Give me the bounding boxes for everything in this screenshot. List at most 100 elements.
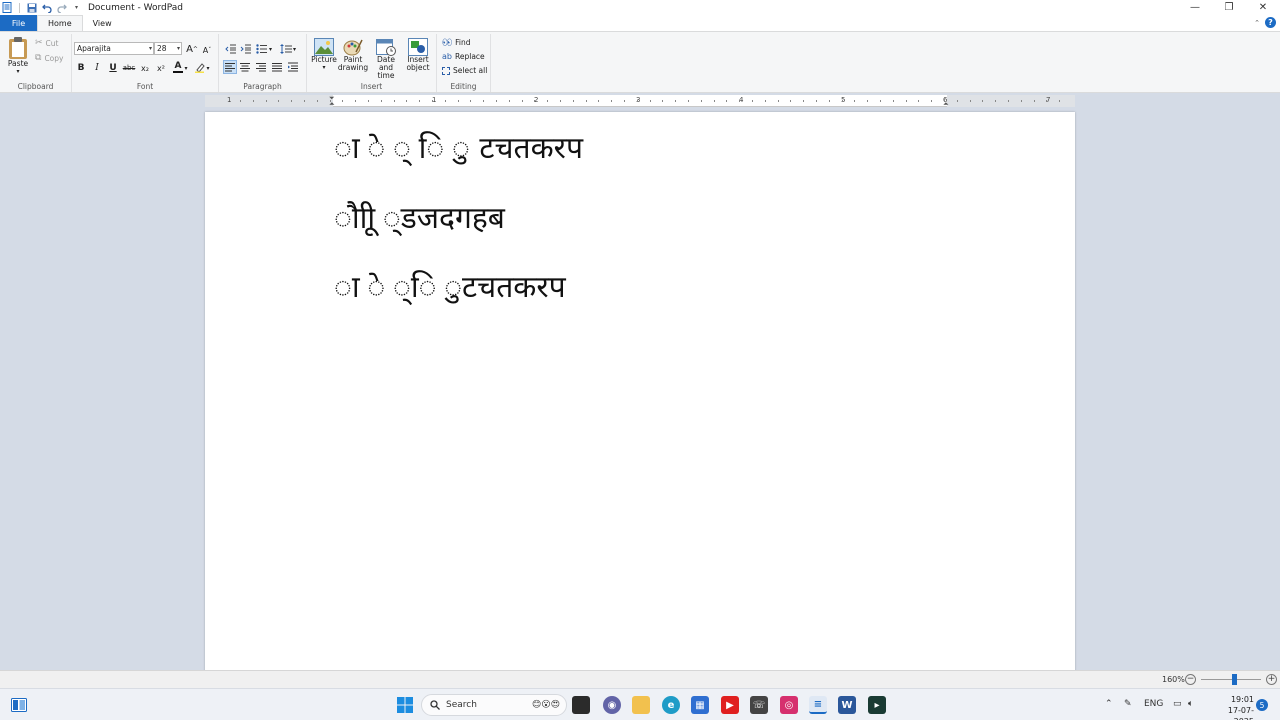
- document-line[interactable]: ा े ्ि ुटचतकरप: [334, 265, 566, 306]
- date-time-label-1: Date and: [377, 55, 395, 72]
- ruler-tick: [726, 100, 727, 102]
- font-size-select[interactable]: 28 ▾: [154, 42, 182, 55]
- tab-file[interactable]: File: [0, 15, 37, 31]
- bold-icon: B: [77, 63, 85, 73]
- ruler-tick: [854, 100, 855, 102]
- zoom-slider-thumb[interactable]: [1232, 674, 1237, 685]
- instagram-icon[interactable]: ◎: [780, 696, 798, 714]
- copy-button[interactable]: ⧉ Copy: [35, 53, 63, 63]
- grow-font-button[interactable]: A ^: [185, 42, 199, 56]
- bullets-button[interactable]: ▾: [255, 42, 273, 56]
- qat-separator: [19, 2, 20, 13]
- picture-button[interactable]: Picture ▾: [311, 38, 337, 72]
- document-line[interactable]: ौैाीू ्डजदगहब: [334, 196, 505, 237]
- teams-chat-icon[interactable]: ◉: [603, 696, 621, 714]
- youtube-icon[interactable]: ▶: [721, 696, 739, 714]
- save-icon[interactable]: [26, 2, 37, 13]
- select-all-label: Select all: [453, 66, 488, 75]
- media-app-icon[interactable]: ▸: [868, 696, 886, 714]
- ruler-tick: [406, 100, 407, 102]
- edge-browser-icon[interactable]: e: [662, 696, 680, 714]
- document-workspace[interactable]: ा े ् ि ु टचतकरप ौैाीू ्डजदगहब ा े ्ि ुट…: [0, 108, 1280, 670]
- document-line[interactable]: ा े ् ि ु टचतकरप: [334, 126, 583, 167]
- ruler-tick: [880, 100, 881, 102]
- help-icon[interactable]: ?: [1265, 17, 1276, 28]
- redo-icon[interactable]: [56, 2, 67, 13]
- paragraph-settings-button[interactable]: [286, 60, 300, 74]
- font-name-select[interactable]: Aparajita ▾: [74, 42, 154, 55]
- superscript-button[interactable]: x²: [154, 61, 168, 75]
- network-icon[interactable]: ▭: [1173, 699, 1182, 709]
- select-all-button[interactable]: Select all: [442, 66, 487, 75]
- font-name-value: Aparajita: [77, 44, 111, 53]
- volume-icon[interactable]: 🔈︎: [1188, 699, 1193, 709]
- collapse-ribbon-chevron-up-icon[interactable]: ⌃: [1254, 19, 1260, 27]
- tray-overflow-chevron-up-icon[interactable]: ⌃: [1105, 699, 1113, 709]
- tab-home[interactable]: Home: [37, 15, 83, 31]
- widgets-icon[interactable]: [10, 696, 28, 714]
- clock-date: 17-07-2025: [1227, 706, 1254, 720]
- taskbar-search-input[interactable]: Search 😊😮😍: [421, 694, 567, 716]
- italic-button[interactable]: I: [90, 61, 104, 75]
- microsoft-store-icon[interactable]: ▦: [691, 696, 709, 714]
- justify-button[interactable]: [270, 60, 284, 74]
- file-explorer-icon[interactable]: [632, 696, 650, 714]
- increase-indent-button[interactable]: [238, 42, 252, 56]
- shrink-font-button[interactable]: Aˇ: [200, 43, 214, 57]
- ruler-tick: [483, 100, 484, 102]
- insert-object-label-2: object: [406, 63, 430, 72]
- zoom-in-button[interactable]: +: [1266, 674, 1277, 685]
- paint-drawing-button[interactable]: Paint drawing: [338, 38, 368, 72]
- ruler-tick: [458, 100, 459, 102]
- wordpad-app-icon[interactable]: [2, 2, 13, 13]
- text-color-chevron-down-icon[interactable]: ▾: [183, 61, 189, 75]
- find-button[interactable]: 👀︎ Find: [442, 38, 471, 47]
- ruler-tick: [419, 100, 420, 102]
- insert-object-button[interactable]: Insert object: [404, 38, 432, 72]
- bold-button[interactable]: B: [74, 61, 88, 75]
- align-right-button[interactable]: [254, 60, 268, 74]
- zoom-out-button[interactable]: −: [1185, 674, 1196, 685]
- ruler-tick: [509, 100, 510, 102]
- close-button[interactable]: ✕: [1246, 0, 1280, 15]
- document-page[interactable]: ा े ् ि ु टचतकरप ौैाीू ्डजदगहब ा े ्ि ुट…: [205, 112, 1075, 670]
- ruler[interactable]: 1 1 2 3 4 5 6 7 ⏷ ⏶ ⏶: [205, 94, 1075, 108]
- whatsapp-icon[interactable]: ☏: [750, 696, 768, 714]
- superscript-icon: x²: [157, 63, 165, 73]
- start-windows-icon[interactable]: [396, 696, 414, 714]
- word-icon[interactable]: W: [838, 696, 856, 714]
- task-view-icon[interactable]: [572, 696, 590, 714]
- date-time-button[interactable]: Date and time: [370, 38, 402, 80]
- highlight-button[interactable]: [192, 60, 206, 74]
- cut-button[interactable]: ✂ Cut: [35, 38, 58, 48]
- restore-button[interactable]: ❐: [1212, 0, 1246, 15]
- notification-badge[interactable]: 5: [1256, 699, 1268, 711]
- line-spacing-button[interactable]: ▾: [279, 42, 297, 56]
- highlighter-icon: [194, 62, 205, 73]
- align-left-button[interactable]: [223, 60, 237, 74]
- paste-button[interactable]: Paste ▾: [6, 36, 30, 76]
- subscript-button[interactable]: x₂: [138, 61, 152, 75]
- strikethrough-button[interactable]: abc: [122, 61, 136, 75]
- ruler-tick: [1059, 100, 1060, 102]
- decrease-indent-button[interactable]: [223, 42, 237, 56]
- underline-button[interactable]: U: [106, 61, 120, 75]
- subscript-icon: x₂: [141, 63, 149, 73]
- tab-view[interactable]: View: [83, 15, 122, 31]
- minimize-button[interactable]: —: [1178, 0, 1212, 15]
- replace-button[interactable]: ab Replace: [442, 52, 485, 61]
- highlight-chevron-down-icon[interactable]: ▾: [205, 61, 211, 75]
- font-size-chevron-down-icon: ▾: [176, 45, 180, 52]
- ruler-tick: [381, 100, 382, 102]
- ruler-tick: [470, 100, 471, 102]
- wordpad-taskbar-icon[interactable]: ≡: [809, 696, 827, 714]
- align-center-button[interactable]: [238, 60, 252, 74]
- customize-qat-chevron-down-icon[interactable]: ▾: [71, 2, 82, 13]
- ruler-tick: [714, 100, 715, 102]
- pen-icon[interactable]: ✎: [1124, 699, 1132, 709]
- zoom-slider-track[interactable]: [1201, 679, 1261, 680]
- binoculars-icon: 👀︎: [442, 38, 453, 47]
- undo-icon[interactable]: [41, 2, 52, 13]
- system-clock[interactable]: 19:01 17-07-2025: [1208, 694, 1254, 720]
- language-icon[interactable]: ENG: [1144, 699, 1163, 709]
